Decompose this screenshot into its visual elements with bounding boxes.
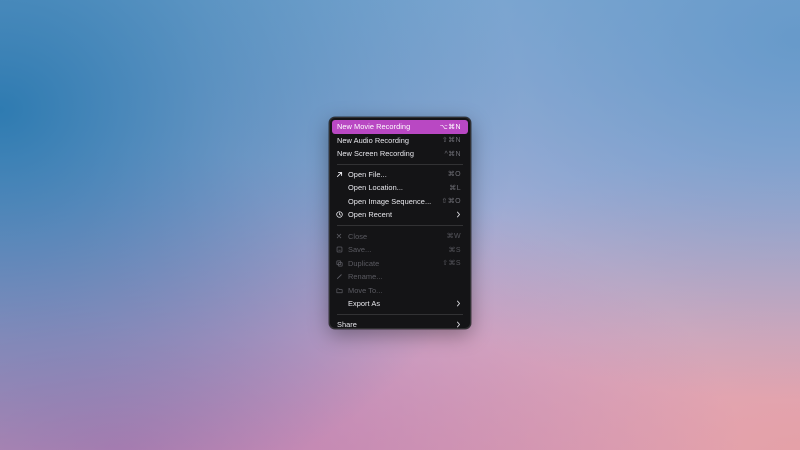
menu-item-open-recent[interactable]: Open Recent <box>332 208 468 222</box>
menu-item-rename: Rename... <box>332 270 468 284</box>
menu-item-shortcut: ⌘W <box>446 233 461 241</box>
menu-item-shortcut: ⇧⌘N <box>441 137 461 145</box>
arrow-up-right-icon <box>336 171 348 178</box>
menu-item-new-screen-recording[interactable]: New Screen Recording ^⌘N <box>332 147 468 161</box>
menu-item-label: Share <box>337 319 357 329</box>
menu-item-label: New Movie Recording <box>337 122 411 132</box>
menu-item-label: New Audio Recording <box>337 135 410 145</box>
menu-item-save: Save... ⌘S <box>332 243 468 257</box>
chevron-right-icon <box>456 211 461 218</box>
menu-item-new-movie-recording[interactable]: New Movie Recording ⌥⌘N <box>332 120 468 134</box>
desktop-wallpaper: New Movie Recording ⌥⌘N New Audio Record… <box>0 0 800 450</box>
menu-item-open-file[interactable]: Open File... ⌘O <box>332 168 468 182</box>
menu-item-label: Save... <box>348 245 372 255</box>
menu-item-shortcut: ⌥⌘N <box>439 123 461 131</box>
menu-item-open-image-sequence[interactable]: Open Image Sequence... ⇧⌘O <box>332 195 468 209</box>
menu-item-label: Open File... <box>348 169 387 179</box>
menu-item-shortcut: ⇧⌘O <box>441 198 461 206</box>
menu-separator <box>337 225 463 226</box>
menu-item-label: Export As <box>348 299 381 309</box>
menu-item-shortcut: ^⌘N <box>444 150 461 158</box>
pencil-icon <box>336 273 348 280</box>
menu-item-export-as[interactable]: Export As <box>332 297 468 311</box>
close-icon <box>336 233 348 239</box>
menu-item-label: Open Image Sequence... <box>348 196 432 206</box>
menu-item-label: Rename... <box>348 272 383 282</box>
folder-icon <box>336 287 348 294</box>
menu-item-duplicate: Duplicate ⇧⌘S <box>332 257 468 271</box>
menu-item-label: Open Recent <box>348 210 393 220</box>
menu-item-shortcut: ⇧⌘S <box>442 260 461 268</box>
menu-item-share[interactable]: Share <box>332 318 468 332</box>
menu-item-shortcut: ⌘S <box>448 246 461 254</box>
duplicate-icon <box>336 260 348 267</box>
save-icon <box>336 246 348 253</box>
menu-item-label: Close <box>348 231 368 241</box>
chevron-right-icon <box>456 300 461 307</box>
clock-icon <box>336 211 348 218</box>
menu-item-shortcut: ⌘L <box>449 184 461 192</box>
menu-item-label: Open Location... <box>348 183 404 193</box>
menu-item-shortcut: ⌘O <box>447 171 461 179</box>
menu-separator <box>337 313 463 315</box>
menu-item-close: Close ⌘W <box>332 230 468 244</box>
file-menu: New Movie Recording ⌥⌘N New Audio Record… <box>329 117 471 329</box>
menu-item-label: Duplicate <box>348 258 380 268</box>
menu-separator <box>337 163 463 165</box>
menu-item-label: Move To... <box>348 285 383 295</box>
menu-item-move-to: Move To... <box>332 284 468 298</box>
menu-item-label: New Screen Recording <box>337 149 414 159</box>
menu-item-new-audio-recording[interactable]: New Audio Recording ⇧⌘N <box>332 134 468 148</box>
chevron-right-icon <box>456 321 461 328</box>
menu-item-open-location[interactable]: Open Location... ⌘L <box>332 181 468 195</box>
